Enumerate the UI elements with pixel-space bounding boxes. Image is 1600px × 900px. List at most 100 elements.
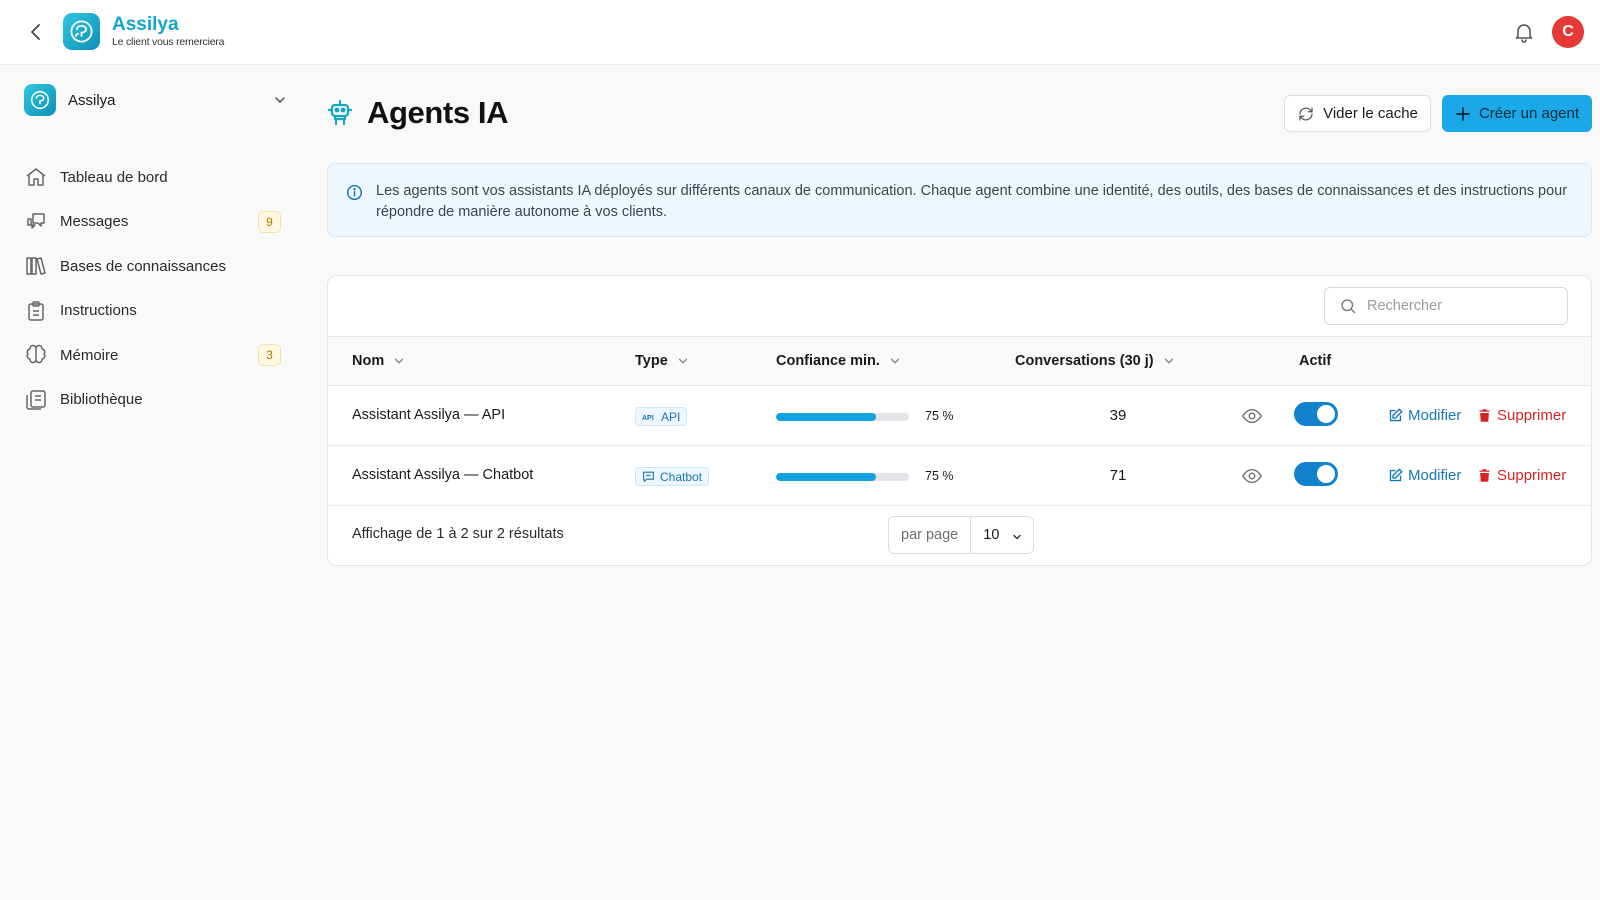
sidebar-item-library[interactable]: Bibliothèque [24, 378, 284, 423]
column-label: Conversations (30 j) [1015, 353, 1154, 369]
create-agent-button[interactable]: Créer un agent [1442, 95, 1592, 132]
edit-icon [1389, 408, 1403, 422]
messages-icon [24, 210, 48, 234]
delete-label: Supprimer [1497, 467, 1567, 484]
sidebar-item-label: Mémoire [60, 346, 119, 364]
sidebar-item-label: Bibliothèque [60, 391, 143, 409]
brand-tagline: Le client vous remerciera [112, 36, 225, 48]
top-bar: Assilya Le client vous remerciera C [0, 0, 1600, 65]
active-toggle[interactable] [1294, 462, 1338, 486]
edit-label: Modifier [1408, 407, 1462, 424]
home-icon [24, 165, 48, 189]
toggle-knob [1317, 405, 1335, 423]
trash-icon [1479, 409, 1490, 422]
table-row: Assistant Assilya — API API API 75 % 39 … [328, 386, 1591, 446]
sort-chevron-icon [395, 358, 404, 364]
sidebar-item-label: Tableau de bord [60, 168, 168, 186]
confidence-bar [776, 413, 909, 421]
column-label: Type [635, 353, 668, 369]
conversations-count: 71 [1109, 467, 1127, 484]
page-title: Agents IA [367, 95, 509, 130]
clear-cache-button[interactable]: Vider le cache [1284, 95, 1431, 132]
edit-button[interactable]: Modifier [1388, 467, 1461, 484]
chevron-down-icon [1013, 534, 1021, 540]
conversations-count: 39 [1109, 407, 1127, 424]
column-header-conversations[interactable]: Conversations (30 j) [1015, 353, 1176, 369]
eye-icon[interactable] [1241, 465, 1263, 487]
sidebar-item-memory[interactable]: Mémoire 3 [24, 333, 284, 378]
library-icon [24, 388, 48, 412]
column-header-type[interactable]: Type [635, 353, 690, 369]
confidence-bar-fill [776, 473, 876, 481]
edit-label: Modifier [1408, 467, 1462, 484]
search-input[interactable] [1367, 298, 1557, 314]
edit-button[interactable]: Modifier [1388, 407, 1461, 424]
table-header: Nom Type Confiance min. Conversations (3… [328, 336, 1591, 386]
type-badge: Chatbot [635, 467, 710, 486]
search-icon [1341, 299, 1356, 314]
column-header-active: Actif [1299, 353, 1331, 369]
confidence-bar [776, 473, 909, 481]
bell-icon[interactable] [1512, 20, 1536, 44]
column-header-confidence[interactable]: Confiance min. [776, 353, 902, 369]
delete-button[interactable]: Supprimer [1477, 407, 1566, 424]
info-banner: Les agents sont vos assistants IA déploy… [327, 163, 1592, 237]
sidebar-item-messages[interactable]: Messages 9 [24, 200, 284, 245]
sidebar-nav: Tableau de bord Messages 9 Bases de conn… [24, 155, 284, 422]
column-label: Actif [1299, 353, 1332, 369]
brand: Assilya Le client vous remerciera [112, 14, 225, 48]
workspace-name: Assilya [68, 91, 116, 109]
agents-table-card: Nom Type Confiance min. Conversations (3… [327, 275, 1592, 566]
workspace-switcher[interactable]: Assilya [24, 84, 296, 116]
sidebar-item-knowledge-bases[interactable]: Bases de connaissances [24, 244, 284, 289]
info-text: Les agents sont vos assistants IA déploy… [376, 183, 1568, 220]
sidebar-item-instructions[interactable]: Instructions [24, 289, 284, 334]
clear-cache-label: Vider le cache [1323, 105, 1418, 122]
chat-icon [643, 471, 654, 482]
per-page-select[interactable]: 10 [971, 517, 1033, 553]
brand-name: Assilya [112, 14, 179, 35]
sidebar-item-label: Instructions [60, 302, 137, 320]
type-label: Chatbot [660, 469, 703, 484]
sort-chevron-icon [890, 358, 900, 364]
robot-icon [327, 98, 353, 128]
sidebar-item-label: Bases de connaissances [60, 257, 226, 275]
user-avatar[interactable]: C [1552, 16, 1584, 48]
eye-icon[interactable] [1241, 405, 1263, 427]
search-box[interactable] [1324, 287, 1568, 325]
sidebar-item-dashboard[interactable]: Tableau de bord [24, 155, 284, 200]
type-badge: API API [635, 407, 688, 426]
info-icon [346, 184, 363, 201]
sort-chevron-icon [678, 358, 687, 364]
plus-icon [1456, 106, 1470, 121]
page-header: Agents IA [327, 95, 508, 131]
per-page-value: 10 [983, 527, 1000, 543]
chevron-down-icon [272, 92, 288, 108]
active-toggle[interactable] [1294, 402, 1338, 426]
back-arrow-icon[interactable] [24, 20, 48, 44]
column-header-name[interactable]: Nom [352, 353, 406, 369]
api-icon: API [642, 415, 654, 422]
agent-name: Assistant Assilya — API [352, 407, 506, 423]
books-icon [24, 254, 48, 278]
agent-name: Assistant Assilya — Chatbot [352, 467, 534, 483]
sort-chevron-icon [1164, 358, 1173, 364]
brand-logo[interactable] [63, 13, 100, 50]
create-agent-label: Créer un agent [1478, 105, 1580, 122]
confidence-bar-fill [776, 413, 876, 421]
confidence-label: 75 % [925, 409, 954, 423]
column-label: Confiance min. [776, 353, 880, 369]
sidebar-item-label: Messages [60, 213, 129, 231]
delete-button[interactable]: Supprimer [1477, 467, 1566, 484]
edit-icon [1389, 468, 1403, 482]
confidence-label: 75 % [925, 469, 954, 483]
delete-label: Supprimer [1497, 407, 1567, 424]
per-page-control: par page 10 [888, 516, 1035, 554]
trash-icon [1479, 469, 1490, 482]
type-label: API [661, 409, 681, 424]
svg-text:API: API [642, 415, 654, 422]
column-label: Nom [352, 353, 385, 369]
clipboard-icon [24, 299, 48, 323]
brain-icon [24, 343, 48, 367]
per-page-label: par page [889, 517, 972, 553]
